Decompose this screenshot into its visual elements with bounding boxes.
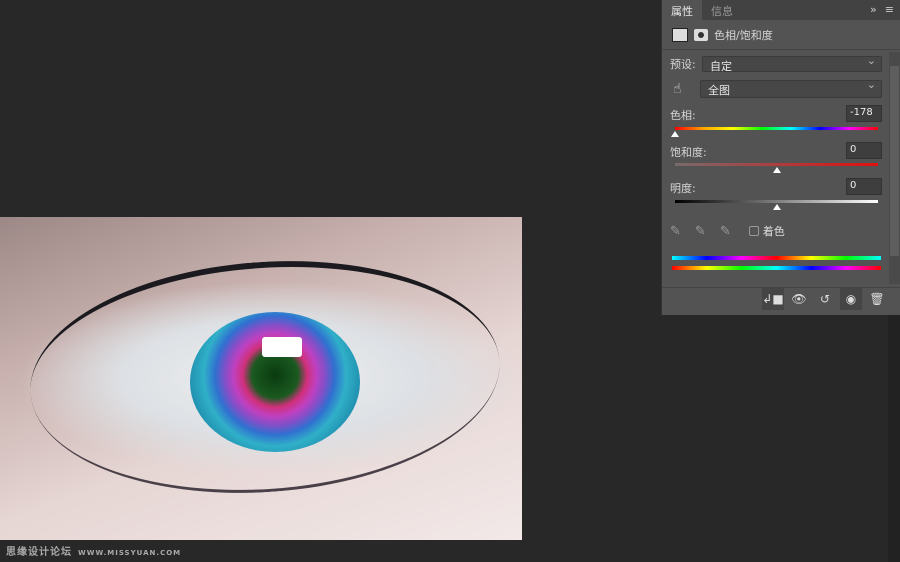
saturation-input[interactable]: 0: [846, 142, 882, 159]
lightness-input[interactable]: 0: [846, 178, 882, 195]
mask-icon[interactable]: [694, 28, 708, 41]
right-scroll-strip: [888, 315, 900, 562]
eyedropper-icon[interactable]: ✎: [670, 224, 681, 239]
menu-icon[interactable]: ≡: [885, 3, 894, 17]
tab-info[interactable]: 信息: [702, 0, 742, 20]
hue-label: 色相:: [670, 109, 696, 122]
eyedropper-subtract-icon[interactable]: ✎: [720, 224, 731, 239]
range-value: 全图: [708, 84, 730, 97]
watermark-url: WWW.MISSYUAN.COM: [78, 549, 182, 557]
hue-input[interactable]: -178: [846, 105, 882, 122]
eye-photo-canvas: [0, 217, 522, 540]
preset-select[interactable]: 自定: [702, 54, 882, 73]
clip-to-layer-button[interactable]: ↲■: [762, 288, 784, 310]
collapse-icon[interactable]: »: [870, 3, 877, 17]
hue-slider-track[interactable]: [675, 127, 878, 130]
eyedropper-add-icon[interactable]: ✎: [695, 224, 706, 239]
panel-header: 色相/饱和度: [662, 20, 900, 50]
panel-scrollbar[interactable]: [889, 52, 900, 284]
saturation-slider-track[interactable]: [675, 163, 878, 166]
colorize-label: 着色: [762, 225, 785, 238]
colorize-checkbox[interactable]: [748, 226, 759, 236]
adjustment-icon[interactable]: [672, 27, 688, 42]
adjusted-color-bar: [672, 256, 881, 260]
saturation-slider-thumb[interactable]: [772, 167, 781, 173]
properties-panel: 属性 信息 » ≡ 色相/饱和度 预设: 自定 ☝ 全图 色相: -178 饱和度…: [661, 0, 900, 315]
panel-tabs: 属性 信息 » ≡: [662, 0, 900, 20]
lightness-slider-track[interactable]: [675, 200, 878, 203]
panel-title: 色相/饱和度: [714, 28, 773, 42]
preset-value: 自定: [710, 60, 732, 73]
iris: [190, 312, 360, 452]
targeted-adjustment-hand-icon[interactable]: ☝: [670, 81, 700, 97]
range-select[interactable]: 全图: [700, 78, 882, 98]
view-previous-state-button[interactable]: 👁: [788, 288, 810, 310]
trash-icon[interactable]: 🗑: [866, 288, 888, 310]
watermark-cn: 思缘设计论坛: [6, 547, 72, 558]
hue-slider-thumb[interactable]: [671, 131, 679, 137]
saturation-label: 饱和度:: [670, 146, 707, 159]
preset-label: 预设:: [670, 58, 696, 71]
reset-icon[interactable]: ↺: [814, 288, 836, 310]
input-color-bar: [672, 266, 881, 270]
highlight: [262, 337, 302, 357]
scrollbar-thumb[interactable]: [890, 66, 899, 256]
lightness-slider-thumb[interactable]: [772, 204, 781, 210]
panel-footer: ↲■ 👁 ↺ ◉ 🗑: [662, 287, 900, 310]
lightness-label: 明度:: [670, 182, 696, 195]
visibility-eye-icon[interactable]: ◉: [840, 288, 862, 310]
tab-properties[interactable]: 属性: [662, 0, 702, 20]
watermark: 思缘设计论坛 WWW.MISSYUAN.COM: [6, 543, 181, 558]
